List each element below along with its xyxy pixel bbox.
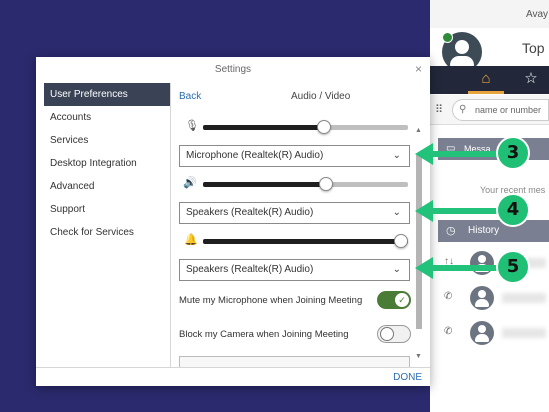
close-icon[interactable]: × xyxy=(415,62,422,76)
chevron-down-icon: ⌄ xyxy=(392,150,401,161)
ringer-device-value: Speakers (Realtek(R) Audio) xyxy=(186,264,314,275)
microphone-device-select[interactable]: Microphone (Realtek(R) Audio) ⌄ xyxy=(179,145,410,167)
mute-on-join-label: Mute my Microphone when Joining Meeting xyxy=(179,295,363,306)
background-search-placeholder: name or number xyxy=(475,105,542,115)
sidebar-item-support[interactable]: Support xyxy=(44,198,170,221)
sidebar-item-user-preferences[interactable]: User Preferences xyxy=(44,83,170,106)
done-button[interactable]: DONE xyxy=(393,372,422,383)
microphone-icon: 🎙 xyxy=(185,120,199,132)
speaker-device-value: Speakers (Realtek(R) Audio) xyxy=(186,207,314,218)
background-app-title: Avay xyxy=(526,9,549,20)
clock-icon: ◷ xyxy=(446,225,456,237)
blurred-contact-name xyxy=(502,293,546,303)
callout-badge: 5 xyxy=(496,250,530,284)
background-search-bar: ⠿ ⚲ name or number xyxy=(430,95,549,125)
microphone-volume-slider[interactable] xyxy=(203,120,408,134)
callout-badge: 3 xyxy=(496,136,530,170)
chevron-down-icon: ⌄ xyxy=(392,264,401,275)
dialog-title: Settings xyxy=(214,64,252,75)
microphone-slider-fill xyxy=(203,125,324,130)
background-search-input[interactable]: ⚲ name or number xyxy=(452,99,549,121)
contact-avatar xyxy=(470,321,494,345)
presence-status-icon xyxy=(442,32,453,43)
speaker-volume-slider[interactable] xyxy=(203,177,408,191)
sidebar-item-advanced[interactable]: Advanced xyxy=(44,175,170,198)
microphone-device-value: Microphone (Realtek(R) Audio) xyxy=(186,150,324,161)
dialpad-icon[interactable]: ⠿ xyxy=(435,103,443,116)
ringer-volume-slider[interactable] xyxy=(203,234,408,248)
speaker-slider-fill xyxy=(203,182,326,187)
star-icon[interactable]: ☆ xyxy=(516,66,546,94)
ringer-device-select[interactable]: Speakers (Realtek(R) Audio) ⌄ xyxy=(179,259,410,281)
audio-video-panel: Back Audio / Video 🎙 Microphone (Realtek… xyxy=(171,83,430,368)
block-camera-on-join-toggle[interactable] xyxy=(377,325,411,343)
arrow-line xyxy=(430,151,502,157)
sidebar-item-desktop-integration[interactable]: Desktop Integration xyxy=(44,152,170,175)
search-icon: ⚲ xyxy=(459,104,467,115)
settings-dialog: Settings × User Preferences Accounts Ser… xyxy=(36,57,430,386)
check-icon: ✓ xyxy=(395,293,409,307)
background-heading: Top xyxy=(522,40,545,56)
mute-on-join-toggle[interactable]: ✓ xyxy=(377,291,411,309)
history-section-header[interactable]: ◷ History xyxy=(438,220,549,242)
background-app-window: Avay Top ⌂ ☆ ⠿ ⚲ name or number ▭ Messa … xyxy=(430,0,549,412)
history-item[interactable]: ✆ xyxy=(438,285,549,311)
contact-avatar xyxy=(470,286,494,310)
blurred-contact-name xyxy=(502,328,546,338)
panel-title: Audio / Video xyxy=(291,91,351,102)
chevron-down-icon: ⌄ xyxy=(392,207,401,218)
callout-badge: 4 xyxy=(496,193,530,227)
speaker-icon: 🔊 xyxy=(183,177,197,189)
ringer-slider-fill xyxy=(203,239,408,244)
settings-sidebar: User Preferences Accounts Services Deskt… xyxy=(44,83,170,363)
phone-icon: ✆ xyxy=(444,326,453,337)
speaker-device-select[interactable]: Speakers (Realtek(R) Audio) ⌄ xyxy=(179,202,410,224)
scroll-up-icon[interactable]: ▲ xyxy=(415,127,422,134)
phone-icon: ✆ xyxy=(444,291,453,302)
arrow-line xyxy=(430,208,502,214)
scrollbar-thumb[interactable] xyxy=(416,155,422,329)
back-link[interactable]: Back xyxy=(179,91,201,102)
sidebar-item-accounts[interactable]: Accounts xyxy=(44,106,170,129)
microphone-slider-knob[interactable] xyxy=(316,120,331,134)
sidebar-item-services[interactable]: Services xyxy=(44,129,170,152)
bell-icon: 🔔 xyxy=(184,234,198,246)
sidebar-item-check-for-services[interactable]: Check for Services xyxy=(44,221,170,244)
dialog-footer: DONE xyxy=(36,367,430,386)
speaker-slider-knob[interactable] xyxy=(319,177,333,191)
background-title-bar: Avay xyxy=(430,0,549,28)
block-camera-on-join-label: Block my Camera when Joining Meeting xyxy=(179,329,349,340)
history-item[interactable]: ✆ xyxy=(438,320,549,346)
history-item[interactable]: ↑↓ xyxy=(438,250,549,276)
contact-avatar xyxy=(470,251,494,275)
toggle-knob xyxy=(380,327,394,341)
arrow-line xyxy=(430,265,502,271)
history-label: History xyxy=(468,225,500,236)
ringer-slider-knob[interactable] xyxy=(394,234,408,248)
background-tab-bar: ⌂ ☆ xyxy=(430,66,549,94)
home-icon[interactable]: ⌂ xyxy=(468,66,504,94)
scroll-down-icon[interactable]: ▼ xyxy=(415,353,422,360)
